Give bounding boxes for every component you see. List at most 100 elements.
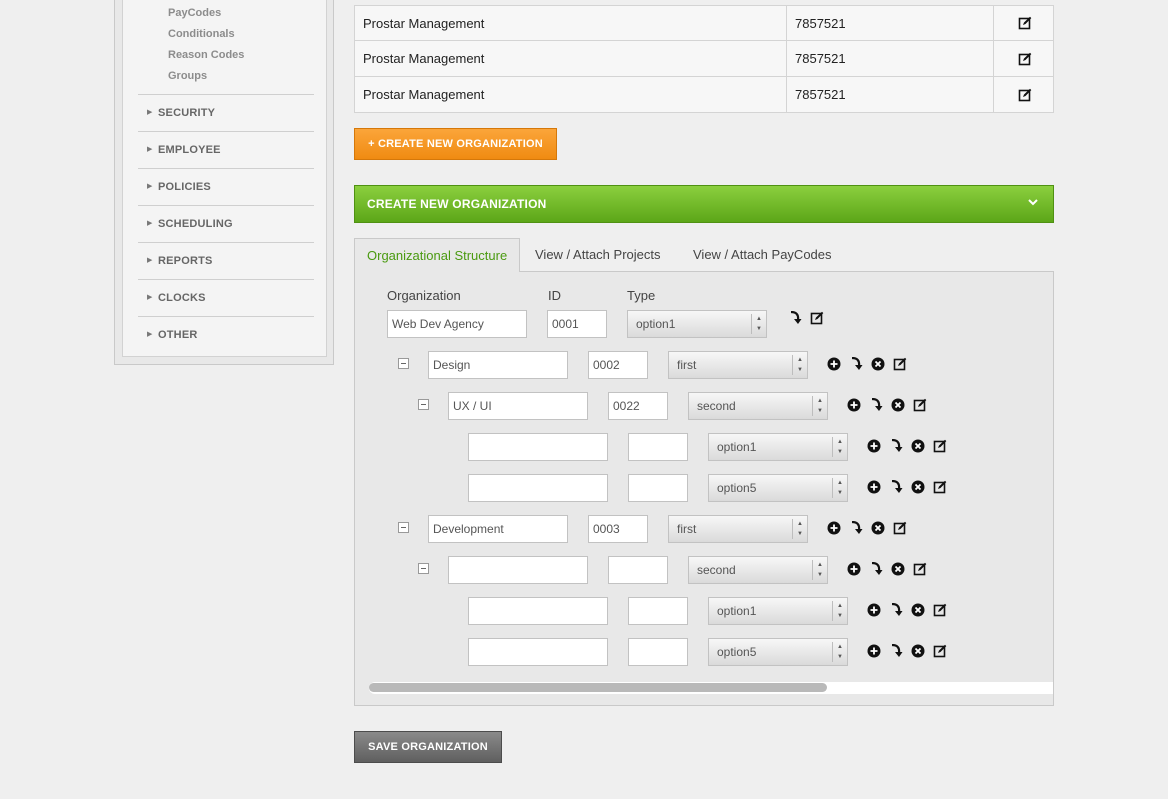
add-icon[interactable] [867,480,881,494]
id-column-label: ID [548,288,561,303]
horizontal-scrollbar-thumb[interactable] [369,683,827,692]
remove-icon[interactable] [911,480,925,494]
add-child-arrow-icon[interactable] [869,398,883,412]
add-child-arrow-icon[interactable] [889,603,903,617]
select-arrows-icon: ▲ ▼ [792,355,807,375]
tab-label: View / Attach Projects [535,247,661,262]
remove-icon[interactable] [911,439,925,453]
organization-type-select[interactable]: first ▲ ▼ [668,515,808,543]
organization-name-input[interactable] [387,310,527,338]
edit-icon[interactable] [933,439,947,453]
organization-id-input[interactable] [628,597,688,625]
organization-type-select[interactable]: option1 ▲ ▼ [708,433,848,461]
organization-name-input[interactable] [428,351,568,379]
organization-id-input[interactable] [608,392,668,420]
edit-icon[interactable] [893,521,907,535]
sidebar-subitem-groups[interactable]: Groups [168,70,207,82]
add-child-arrow-icon[interactable] [869,562,883,576]
organization-type-select[interactable]: option5 ▲ ▼ [708,474,848,502]
select-arrows-icon: ▲ ▼ [792,519,807,539]
edit-icon[interactable] [933,480,947,494]
org-id-cell: 7857521 [795,87,846,102]
edit-button[interactable] [994,41,1055,76]
organization-name-input[interactable] [428,515,568,543]
chevron-down-icon[interactable] [1027,196,1039,208]
add-child-arrow-icon[interactable] [889,439,903,453]
organization-id-input[interactable] [588,351,648,379]
select-arrows-icon: ▲ ▼ [832,642,847,662]
collapse-toggle[interactable] [418,563,429,574]
create-new-organization-button[interactable]: + CREATE NEW ORGANIZATION [354,128,557,160]
collapse-toggle[interactable] [418,399,429,410]
add-child-arrow-icon[interactable] [788,311,802,325]
add-icon[interactable] [867,644,881,658]
add-icon[interactable] [867,603,881,617]
add-icon[interactable] [847,398,861,412]
select-value: first [677,522,697,536]
tab-organizational-structure[interactable]: Organizational Structure [354,238,520,272]
select-arrows-icon: ▲ ▼ [751,314,766,334]
edit-icon[interactable] [933,603,947,617]
add-child-arrow-icon[interactable] [889,644,903,658]
add-icon[interactable] [827,521,841,535]
tab-label: Organizational Structure [367,248,508,263]
collapse-toggle[interactable] [398,522,409,533]
organization-id-input[interactable] [588,515,648,543]
organization-id-input[interactable] [608,556,668,584]
sidebar-item-reports[interactable]: ▶ REPORTS [138,243,314,280]
organization-type-select[interactable]: first ▲ ▼ [668,351,808,379]
select-arrows-icon: ▲ ▼ [812,396,827,416]
organization-id-input[interactable] [628,433,688,461]
organization-name-input[interactable] [448,556,588,584]
sidebar-subitem-conditionals[interactable]: Conditionals [168,28,235,40]
edit-icon[interactable] [913,562,927,576]
organization-id-input[interactable] [628,638,688,666]
add-child-arrow-icon[interactable] [849,357,863,371]
edit-icon[interactable] [810,311,824,325]
organization-name-input[interactable] [448,392,588,420]
edit-icon[interactable] [913,398,927,412]
edit-button[interactable] [994,6,1055,40]
organization-type-select[interactable]: option1 ▲ ▼ [708,597,848,625]
add-child-arrow-icon[interactable] [849,521,863,535]
remove-icon[interactable] [871,357,885,371]
sidebar-item-policies[interactable]: ▶ POLICIES [138,169,314,206]
organization-name-input[interactable] [468,474,608,502]
sidebar-item-scheduling[interactable]: ▶ SCHEDULING [138,206,314,243]
organization-name-input[interactable] [468,638,608,666]
caret-right-icon: ▶ [147,146,153,153]
organization-type-select[interactable]: second ▲ ▼ [688,556,828,584]
sidebar-item-clocks[interactable]: ▶ CLOCKS [138,280,314,317]
sidebar-item-other[interactable]: ▶ OTHER [138,317,314,354]
save-organization-button[interactable]: SAVE ORGANIZATION [354,731,502,763]
remove-icon[interactable] [871,521,885,535]
edit-icon[interactable] [933,644,947,658]
create-organization-panel-header[interactable]: CREATE NEW ORGANIZATION [354,185,1054,223]
sidebar-item-security[interactable]: ▶ SECURITY [138,95,314,132]
add-icon[interactable] [827,357,841,371]
tab-view-attach-paycodes[interactable]: View / Attach PayCodes [693,238,853,272]
remove-icon[interactable] [911,644,925,658]
organization-type-select[interactable]: second ▲ ▼ [688,392,828,420]
edit-button[interactable] [994,77,1055,112]
remove-icon[interactable] [891,398,905,412]
tab-view-attach-projects[interactable]: View / Attach Projects [535,238,675,272]
add-child-arrow-icon[interactable] [889,480,903,494]
add-icon[interactable] [867,439,881,453]
organization-name-input[interactable] [468,433,608,461]
collapse-toggle[interactable] [398,358,409,369]
select-value: option1 [717,440,757,454]
remove-icon[interactable] [911,603,925,617]
organization-id-input[interactable] [547,310,607,338]
caret-right-icon: ▶ [147,183,153,190]
remove-icon[interactable] [891,562,905,576]
edit-icon[interactable] [893,357,907,371]
organization-name-input[interactable] [468,597,608,625]
organization-id-input[interactable] [628,474,688,502]
organization-type-select[interactable]: option5 ▲ ▼ [708,638,848,666]
sidebar-item-employee[interactable]: ▶ EMPLOYEE [138,132,314,169]
organization-type-select[interactable]: option1 ▲ ▼ [627,310,767,338]
sidebar-subitem-paycodes[interactable]: PayCodes [168,7,221,19]
add-icon[interactable] [847,562,861,576]
sidebar-subitem-reason-codes[interactable]: Reason Codes [168,49,244,61]
